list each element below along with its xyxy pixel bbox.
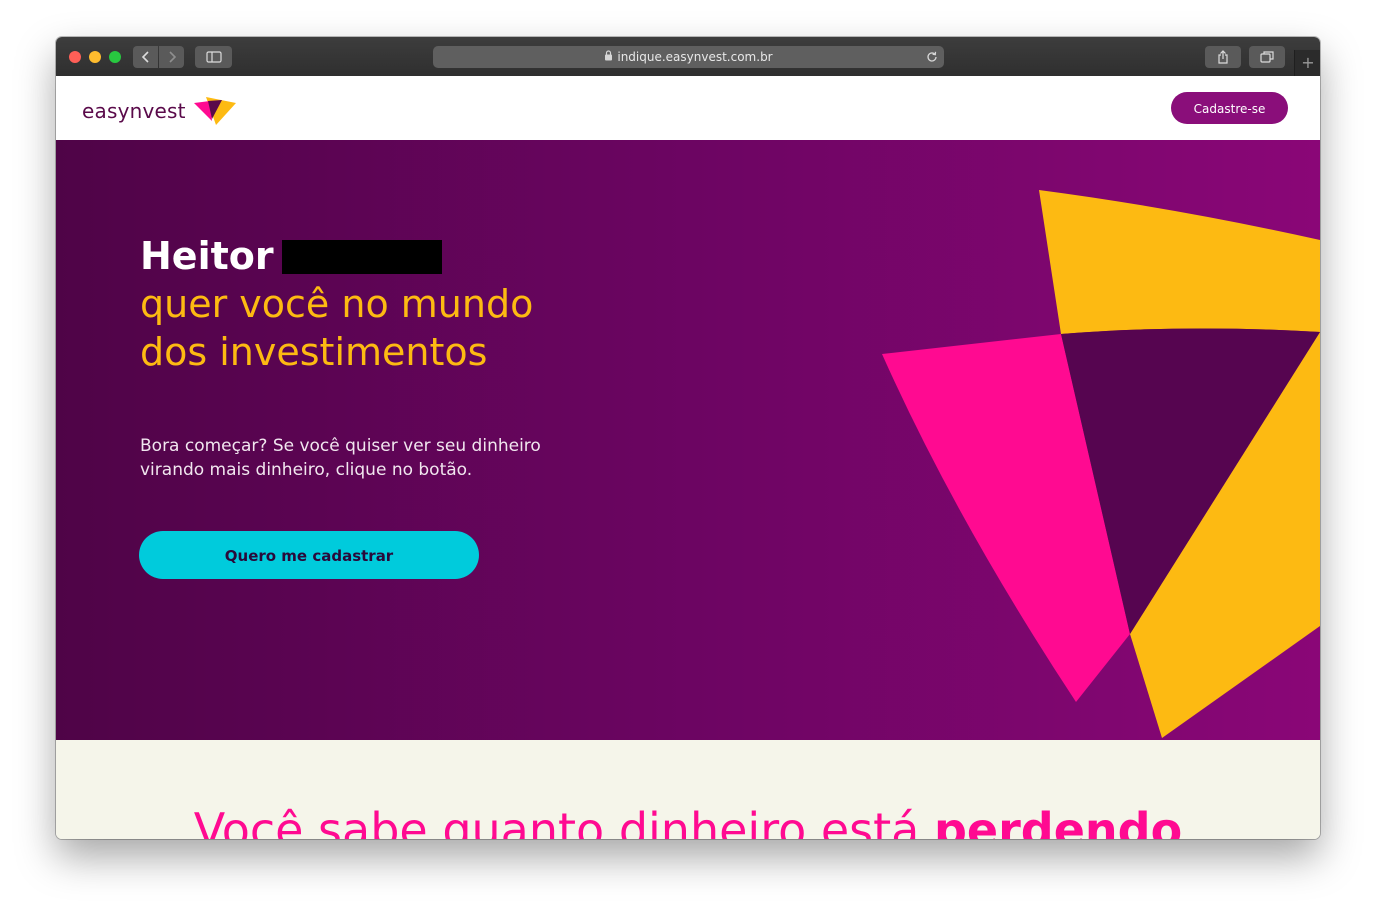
site-header: easynvest Cadastre-se <box>56 76 1320 140</box>
close-window-button[interactable] <box>69 51 81 63</box>
tab-overview-button[interactable] <box>1249 46 1285 68</box>
browser-window: indique.easynvest.com.br + easynvest Cad… <box>56 37 1320 839</box>
yellow-shape-top <box>1039 190 1320 334</box>
hero-referrer-name: Heitor <box>140 234 274 278</box>
hero-title: quer você no mundo dos investimentos <box>140 282 534 374</box>
chevron-left-icon <box>141 51 149 63</box>
tabs-overview-icon <box>1260 51 1274 63</box>
chevron-right-icon <box>168 51 176 63</box>
share-icon <box>1218 50 1228 64</box>
web-page: easynvest Cadastre-se Heitor quer você n… <box>56 76 1320 839</box>
browser-toolbar: indique.easynvest.com.br + <box>56 37 1320 77</box>
forward-button[interactable] <box>159 46 184 68</box>
new-tab-button[interactable]: + <box>1294 50 1320 76</box>
reload-icon[interactable] <box>926 46 938 71</box>
logo-mark-icon <box>193 97 236 125</box>
cta-signup-button[interactable]: Quero me cadastrar <box>139 531 479 579</box>
sidebar-toggle-button[interactable] <box>195 46 232 68</box>
url-text: indique.easynvest.com.br <box>617 50 773 64</box>
loss-section-title: Você sabe quanto dinheiro está perdendo <box>56 802 1320 839</box>
minimize-window-button[interactable] <box>89 51 101 63</box>
back-button[interactable] <box>133 46 158 68</box>
logo-text: easynvest <box>82 99 186 123</box>
plus-icon: + <box>1301 53 1315 72</box>
loss-title-text: Você sabe quanto dinheiro está <box>193 803 920 839</box>
hero-section: Heitor quer você no mundo dos investimen… <box>56 140 1320 740</box>
sidebar-icon <box>205 51 222 63</box>
zoom-window-button[interactable] <box>109 51 121 63</box>
loss-section: Você sabe quanto dinheiro está perdendo <box>56 740 1320 839</box>
lock-icon <box>604 48 613 70</box>
hero-subtitle: Bora começar? Se você quiser ver seu din… <box>140 436 541 480</box>
share-button[interactable] <box>1205 46 1241 68</box>
signup-button[interactable]: Cadastre-se <box>1171 92 1288 124</box>
address-bar[interactable]: indique.easynvest.com.br <box>433 46 944 68</box>
redaction-box <box>282 240 442 274</box>
easynvest-logo[interactable]: easynvest <box>82 96 238 126</box>
loss-title-bold: perdendo <box>933 803 1183 839</box>
